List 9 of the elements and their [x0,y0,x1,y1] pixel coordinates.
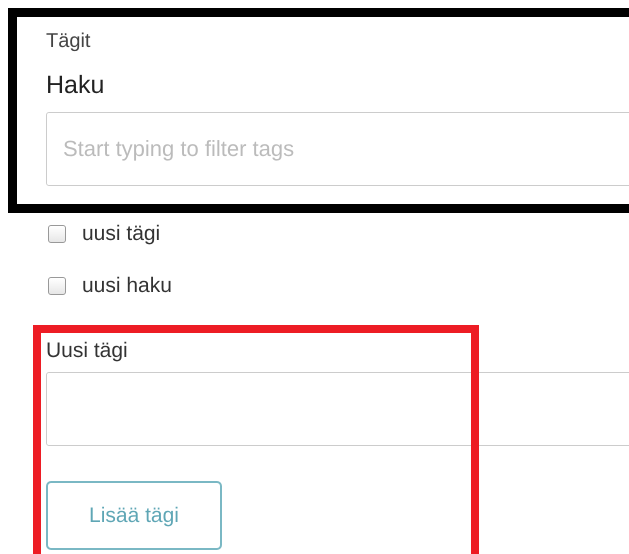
checkbox[interactable] [48,225,66,243]
field-label: Uusi tägi [46,338,128,364]
checkbox-label[interactable]: uusi tägi [82,222,160,246]
search-field[interactable]: Start typing to filter tags [46,112,629,186]
checkbox-label[interactable]: uusi haku [82,274,172,298]
section-label: Tägit [46,29,90,54]
search-label: Haku [46,70,104,100]
tag-input-field[interactable] [46,372,629,446]
checkbox[interactable] [48,277,66,295]
